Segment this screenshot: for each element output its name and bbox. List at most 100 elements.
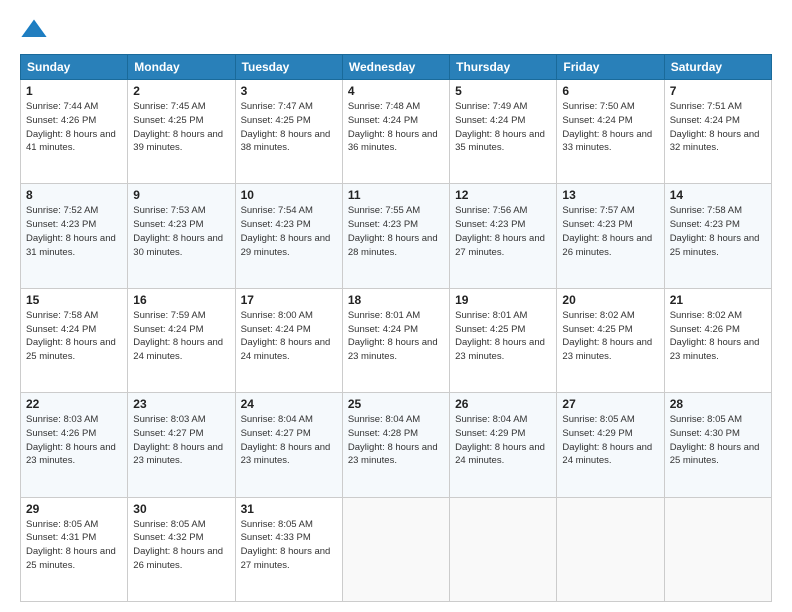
day-number: 29 bbox=[26, 502, 122, 516]
day-number: 13 bbox=[562, 188, 658, 202]
logo-icon bbox=[20, 16, 48, 44]
logo bbox=[20, 16, 52, 44]
day-number: 10 bbox=[241, 188, 337, 202]
calendar-cell: 27 Sunrise: 8:05 AMSunset: 4:29 PMDayligh… bbox=[557, 393, 664, 497]
calendar-cell: 23Sunrise: 8:03 AMSunset: 4:27 PMDayligh… bbox=[128, 393, 235, 497]
calendar-cell: 21 Sunrise: 8:02 AMSunset: 4:26 PMDayligh… bbox=[664, 288, 771, 392]
calendar-cell: 3 Sunrise: 7:47 AMSunset: 4:25 PMDaylight… bbox=[235, 80, 342, 184]
day-number: 7 bbox=[670, 84, 766, 98]
day-number: 15 bbox=[26, 293, 122, 307]
day-number: 3 bbox=[241, 84, 337, 98]
calendar-cell: 2 Sunrise: 7:45 AMSunset: 4:25 PMDaylight… bbox=[128, 80, 235, 184]
day-header-friday: Friday bbox=[557, 55, 664, 80]
calendar-cell: 11 Sunrise: 7:55 AMSunset: 4:23 PMDayligh… bbox=[342, 184, 449, 288]
day-number: 20 bbox=[562, 293, 658, 307]
cell-text: Sunrise: 8:05 AMSunset: 4:30 PMDaylight:… bbox=[670, 413, 766, 468]
cell-text: Sunrise: 8:05 AMSunset: 4:31 PMDaylight:… bbox=[26, 518, 122, 573]
cell-text: Sunrise: 8:01 AMSunset: 4:24 PMDaylight:… bbox=[348, 309, 444, 364]
cell-text: Sunrise: 7:57 AMSunset: 4:23 PMDaylight:… bbox=[562, 204, 658, 259]
calendar-cell: 28 Sunrise: 8:05 AMSunset: 4:30 PMDayligh… bbox=[664, 393, 771, 497]
calendar-cell: 17 Sunrise: 8:00 AMSunset: 4:24 PMDayligh… bbox=[235, 288, 342, 392]
cell-text: Sunrise: 7:54 AMSunset: 4:23 PMDaylight:… bbox=[241, 204, 337, 259]
calendar-cell: 31 Sunrise: 8:05 AMSunset: 4:33 PMDayligh… bbox=[235, 497, 342, 601]
calendar-cell: 14 Sunrise: 7:58 AMSunset: 4:23 PMDayligh… bbox=[664, 184, 771, 288]
day-number: 4 bbox=[348, 84, 444, 98]
day-number: 23 bbox=[133, 397, 229, 411]
day-number: 28 bbox=[670, 397, 766, 411]
day-number: 31 bbox=[241, 502, 337, 516]
cell-text: Sunrise: 7:45 AMSunset: 4:25 PMDaylight:… bbox=[133, 100, 229, 155]
day-number: 12 bbox=[455, 188, 551, 202]
calendar-cell: 25Sunrise: 8:04 AMSunset: 4:28 PMDayligh… bbox=[342, 393, 449, 497]
cell-text: Sunrise: 7:51 AMSunset: 4:24 PMDaylight:… bbox=[670, 100, 766, 155]
week-row-4: 22Sunrise: 8:03 AMSunset: 4:26 PMDayligh… bbox=[21, 393, 772, 497]
cell-text: Sunrise: 8:01 AMSunset: 4:25 PMDaylight:… bbox=[455, 309, 551, 364]
calendar-cell: 10 Sunrise: 7:54 AMSunset: 4:23 PMDayligh… bbox=[235, 184, 342, 288]
calendar-cell: 24Sunrise: 8:04 AMSunset: 4:27 PMDayligh… bbox=[235, 393, 342, 497]
calendar-cell bbox=[557, 497, 664, 601]
cell-text: Sunrise: 7:53 AMSunset: 4:23 PMDaylight:… bbox=[133, 204, 229, 259]
calendar-cell: 5 Sunrise: 7:49 AMSunset: 4:24 PMDaylight… bbox=[450, 80, 557, 184]
cell-text: Sunrise: 7:56 AMSunset: 4:23 PMDaylight:… bbox=[455, 204, 551, 259]
week-row-1: 1 Sunrise: 7:44 AMSunset: 4:26 PMDaylight… bbox=[21, 80, 772, 184]
week-row-3: 15 Sunrise: 7:58 AMSunset: 4:24 PMDayligh… bbox=[21, 288, 772, 392]
cell-text: Sunrise: 7:52 AMSunset: 4:23 PMDaylight:… bbox=[26, 204, 122, 259]
day-number: 1 bbox=[26, 84, 122, 98]
day-number: 17 bbox=[241, 293, 337, 307]
day-number: 30 bbox=[133, 502, 229, 516]
cell-text: Sunrise: 7:47 AMSunset: 4:25 PMDaylight:… bbox=[241, 100, 337, 155]
calendar-cell: 4 Sunrise: 7:48 AMSunset: 4:24 PMDaylight… bbox=[342, 80, 449, 184]
calendar-cell: 16 Sunrise: 7:59 AMSunset: 4:24 PMDayligh… bbox=[128, 288, 235, 392]
cell-text: Sunrise: 8:02 AMSunset: 4:26 PMDaylight:… bbox=[670, 309, 766, 364]
day-number: 5 bbox=[455, 84, 551, 98]
day-number: 9 bbox=[133, 188, 229, 202]
day-number: 11 bbox=[348, 188, 444, 202]
calendar-cell: 29 Sunrise: 8:05 AMSunset: 4:31 PMDayligh… bbox=[21, 497, 128, 601]
day-header-tuesday: Tuesday bbox=[235, 55, 342, 80]
calendar-cell bbox=[342, 497, 449, 601]
day-number: 27 bbox=[562, 397, 658, 411]
cell-text: Sunrise: 7:44 AMSunset: 4:26 PMDaylight:… bbox=[26, 100, 122, 155]
cell-text: Sunrise: 8:05 AMSunset: 4:29 PMDaylight:… bbox=[562, 413, 658, 468]
calendar-cell: 22Sunrise: 8:03 AMSunset: 4:26 PMDayligh… bbox=[21, 393, 128, 497]
cell-text: Sunrise: 8:05 AMSunset: 4:32 PMDaylight:… bbox=[133, 518, 229, 573]
day-number: 8 bbox=[26, 188, 122, 202]
cell-text: Sunrise: 8:04 AMSunset: 4:28 PMDaylight:… bbox=[348, 413, 444, 468]
week-row-5: 29 Sunrise: 8:05 AMSunset: 4:31 PMDayligh… bbox=[21, 497, 772, 601]
day-number: 6 bbox=[562, 84, 658, 98]
day-number: 2 bbox=[133, 84, 229, 98]
calendar-cell: 26Sunrise: 8:04 AMSunset: 4:29 PMDayligh… bbox=[450, 393, 557, 497]
day-number: 16 bbox=[133, 293, 229, 307]
calendar-cell: 1 Sunrise: 7:44 AMSunset: 4:26 PMDaylight… bbox=[21, 80, 128, 184]
calendar-cell: 20 Sunrise: 8:02 AMSunset: 4:25 PMDayligh… bbox=[557, 288, 664, 392]
calendar-cell: 13 Sunrise: 7:57 AMSunset: 4:23 PMDayligh… bbox=[557, 184, 664, 288]
day-header-thursday: Thursday bbox=[450, 55, 557, 80]
cell-text: Sunrise: 7:58 AMSunset: 4:24 PMDaylight:… bbox=[26, 309, 122, 364]
header-row: SundayMondayTuesdayWednesdayThursdayFrid… bbox=[21, 55, 772, 80]
day-number: 22 bbox=[26, 397, 122, 411]
calendar-cell: 9 Sunrise: 7:53 AMSunset: 4:23 PMDaylight… bbox=[128, 184, 235, 288]
cell-text: Sunrise: 8:05 AMSunset: 4:33 PMDaylight:… bbox=[241, 518, 337, 573]
week-row-2: 8 Sunrise: 7:52 AMSunset: 4:23 PMDaylight… bbox=[21, 184, 772, 288]
day-number: 21 bbox=[670, 293, 766, 307]
calendar-cell: 19 Sunrise: 8:01 AMSunset: 4:25 PMDayligh… bbox=[450, 288, 557, 392]
calendar-cell: 8 Sunrise: 7:52 AMSunset: 4:23 PMDaylight… bbox=[21, 184, 128, 288]
calendar-cell: 30 Sunrise: 8:05 AMSunset: 4:32 PMDayligh… bbox=[128, 497, 235, 601]
day-number: 18 bbox=[348, 293, 444, 307]
cell-text: Sunrise: 7:48 AMSunset: 4:24 PMDaylight:… bbox=[348, 100, 444, 155]
calendar-cell bbox=[664, 497, 771, 601]
cell-text: Sunrise: 8:04 AMSunset: 4:27 PMDaylight:… bbox=[241, 413, 337, 468]
cell-text: Sunrise: 7:55 AMSunset: 4:23 PMDaylight:… bbox=[348, 204, 444, 259]
calendar-cell: 18 Sunrise: 8:01 AMSunset: 4:24 PMDayligh… bbox=[342, 288, 449, 392]
cell-text: Sunrise: 8:02 AMSunset: 4:25 PMDaylight:… bbox=[562, 309, 658, 364]
cell-text: Sunrise: 7:58 AMSunset: 4:23 PMDaylight:… bbox=[670, 204, 766, 259]
cell-text: Sunrise: 7:59 AMSunset: 4:24 PMDaylight:… bbox=[133, 309, 229, 364]
cell-text: Sunrise: 7:50 AMSunset: 4:24 PMDaylight:… bbox=[562, 100, 658, 155]
cell-text: Sunrise: 8:04 AMSunset: 4:29 PMDaylight:… bbox=[455, 413, 551, 468]
calendar-cell bbox=[450, 497, 557, 601]
day-header-wednesday: Wednesday bbox=[342, 55, 449, 80]
day-number: 19 bbox=[455, 293, 551, 307]
cell-text: Sunrise: 7:49 AMSunset: 4:24 PMDaylight:… bbox=[455, 100, 551, 155]
cell-text: Sunrise: 8:00 AMSunset: 4:24 PMDaylight:… bbox=[241, 309, 337, 364]
day-number: 14 bbox=[670, 188, 766, 202]
